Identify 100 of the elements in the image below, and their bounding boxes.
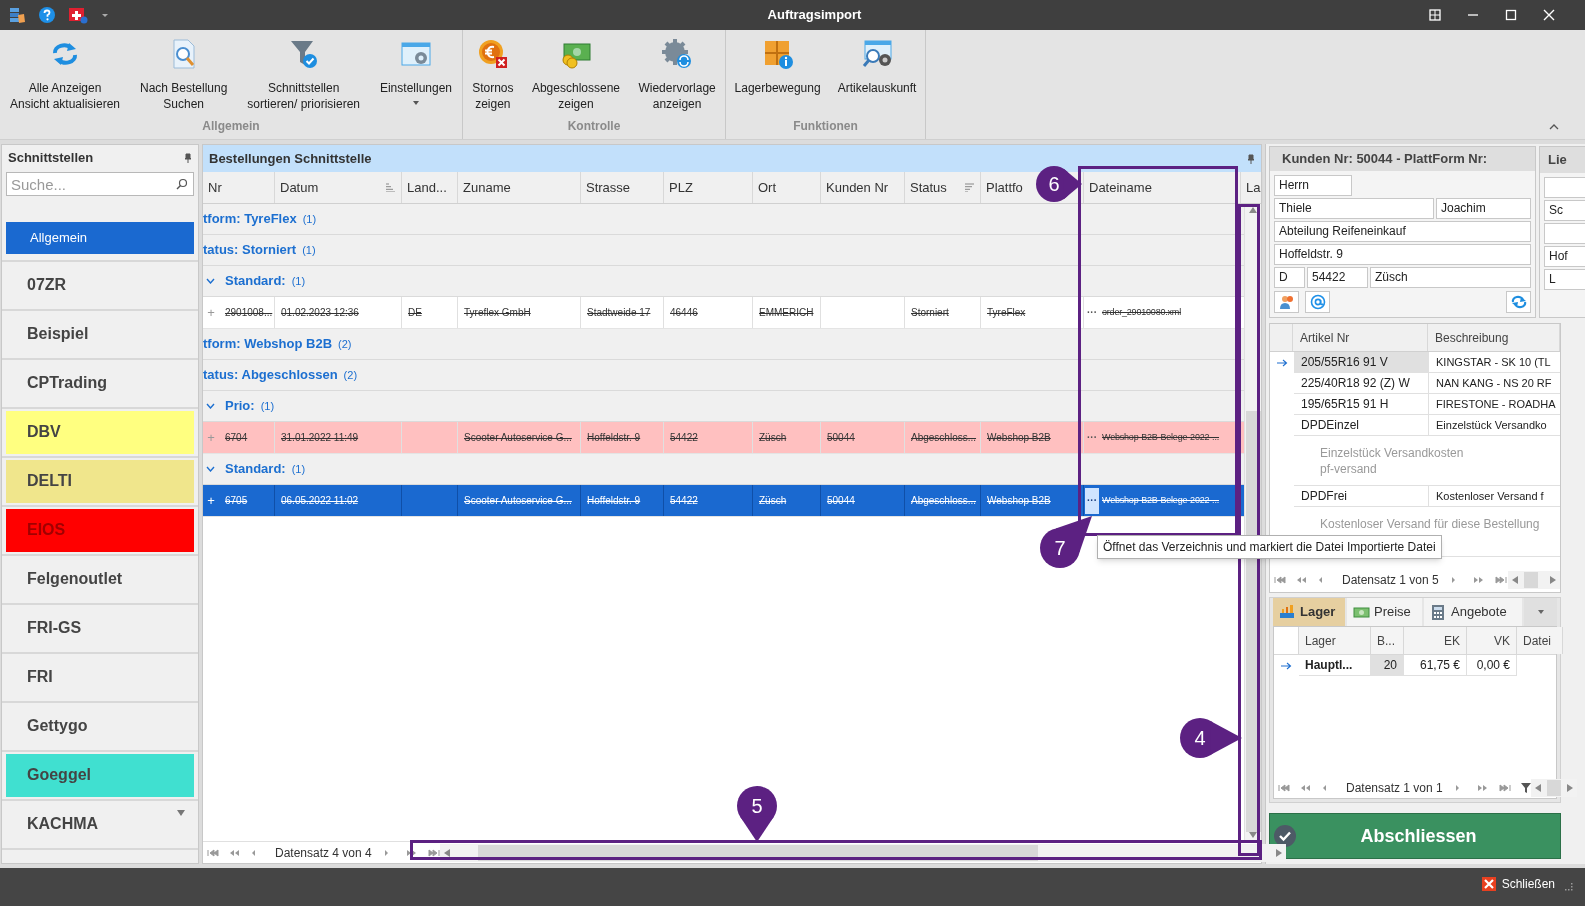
browse-button[interactable]: ··· [1085,299,1099,326]
column-header[interactable]: PLZ [669,177,693,198]
column-header[interactable]: Land... [407,177,447,198]
search-field[interactable]: Suche... [6,172,194,196]
group-row[interactable]: tatus: Abgeschlossen (2) [203,360,1244,391]
group-label: tform: Webshop B2B [203,335,333,354]
text-field[interactable]: Abteilung Reifeneinkauf [1274,221,1531,242]
card-title: Kunden Nr: 50044 - PlattForm Nr: [1270,147,1535,171]
toolbar-button[interactable]: Artikelauskunft [833,38,921,117]
toolbar-button[interactable]: Lagerbewegung [730,38,825,117]
table-cell-text: TyreFlex [986,306,1026,320]
text-field[interactable]: 54422 [1307,267,1368,288]
column-header[interactable]: Ort [758,177,777,198]
table-cell-text: Storniert [910,306,949,320]
column-header[interactable]: Strasse [586,177,631,198]
interface-item[interactable]: DELTI [6,459,194,503]
group-label: Kontrolle [566,118,622,135]
group-label: Prio: [225,397,255,416]
interface-item[interactable]: Goeggel [6,753,194,797]
column-header[interactable]: Beschreibung [1428,324,1560,351]
table-cell-text: Webshop B2B [986,494,1051,508]
toolbar-button[interactable]: Einstellungen [375,38,456,117]
order-row[interactable]: + 6704 31.01.2022 11:49 Scooter Autoservice G... Hoffeldstr. 9 54422 Züsch 50044 Abgeschloss... Webshop B2B ··· Webshop-B2B-Belege-2022-... [203,422,1244,454]
group-label: tatus: Abgeschlossen [203,366,338,385]
interface-item[interactable]: DBV [6,410,194,454]
column-header[interactable]: La [1246,177,1261,198]
tooltip: Öffnet das Verzeichnis und markiert die Datei Importierte Datei [1097,535,1442,559]
table-cell: FIRESTONE - ROADHA [1429,394,1560,415]
browse-button[interactable]: ··· [1085,424,1099,451]
group-row[interactable]: Prio: (1) [203,391,1244,422]
column-header[interactable]: Artikel Nr [1293,324,1428,351]
browse-button[interactable]: ··· [1085,487,1099,514]
table-cell: 61,75 € [1404,655,1467,676]
interface-item[interactable]: Gettygo [6,704,194,748]
table-cell-text: 31.01.2022 11:49 [280,431,359,445]
expand-button[interactable]: + [203,490,219,511]
text-field[interactable]: Herrn [1274,175,1352,196]
column-header[interactable]: Nr [208,177,222,198]
text-field[interactable]: L [1544,269,1585,290]
toolbar-button[interactable]: Nach Bestellung Suchen [135,38,232,117]
table-cell-text: 50044 [826,494,855,508]
interface-item[interactable]: FRI-GS [6,606,194,650]
toolbar-button[interactable]: Schnittstellen sortieren/ priorisieren [243,38,364,117]
tab[interactable]: Lager [1273,598,1345,626]
group-count: (1) [302,211,317,227]
table-cell-text: Webshop-B2B-Belege-2022-... [1102,493,1219,507]
toolbar-button[interactable]: Abgeschlossene zeigen [527,38,624,117]
column-header[interactable]: Zuname [463,177,511,198]
toolbar-button[interactable]: Stornos zeigen [468,38,518,117]
column-header[interactable]: Kunden Nr [826,177,889,198]
interface-item[interactable]: FRI [6,655,194,699]
table-cell-text: 50044 [826,431,855,445]
group-row[interactable]: tform: TyreFlex (1) [203,204,1244,235]
text-field[interactable]: Sc [1544,200,1585,221]
group-count: (2) [343,367,358,383]
table-cell: Kostenloser Versand f [1429,486,1560,507]
close-button[interactable]: Schließen [1481,875,1555,893]
tab[interactable]: Preise [1347,598,1422,626]
group-row[interactable]: tatus: Storniert (1) [203,235,1244,266]
text-field[interactable]: Joachim [1436,198,1531,219]
group-row[interactable]: tform: Webshop B2B (2) [203,329,1244,360]
table-cell-text: 54422 [669,431,698,445]
table-cell-text: EMMERICH [758,306,814,320]
column-header[interactable]: Dateiname [1089,177,1152,198]
column-header[interactable]: Lager [1299,627,1371,654]
column-header[interactable]: Plattfo [986,177,1023,198]
column-header[interactable]: Datei [1517,627,1563,654]
text-field[interactable]: Hoffeldstr. 9 [1274,244,1531,265]
category-item[interactable]: Allgemein [6,221,194,254]
record-counter: Datensatz 1 von 1 [1345,780,1444,797]
toolbar-button[interactable]: Alle Anzeigen Ansicht aktualisieren [5,38,125,117]
card-title: Lie [1540,147,1585,173]
text-field[interactable]: Thiele [1274,198,1434,219]
group-label: Allgemein [201,118,261,135]
group-row[interactable]: Standard: (1) [203,454,1244,485]
column-header[interactable]: B... [1371,627,1404,654]
toolbar-button[interactable]: Wiedervorlage anzeigen [634,38,720,117]
column-header[interactable]: Status [910,177,947,198]
group-row[interactable]: Standard: (1) [203,266,1244,297]
text-field[interactable]: Hof [1544,246,1585,267]
interface-item[interactable]: 07ZR [6,263,194,307]
order-row[interactable]: + 2901008... 01.02.2023 12:36 DE Tyreflex GmbH Stadtweide 17 46446 EMMERICH Storniert TyreFlex ··· order_29010080.xml [203,297,1244,329]
finish-button[interactable]: Abschliessen [1269,813,1561,859]
interface-item[interactable]: Felgenoutlet [6,557,194,601]
interface-item[interactable]: CPTrading [6,361,194,405]
column-header[interactable]: VK [1467,627,1517,654]
table-cell-text: Webshop B2B [986,431,1051,445]
group-label: Standard: [225,460,286,479]
panel-title: Schnittstellen [8,149,94,168]
column-header[interactable]: Datum [280,177,319,198]
order-row[interactable]: + 6705 06.05.2022 11:02 Scooter Autoservice G... Hoffeldstr. 9 54422 Züsch 50044 Abgeschloss... Webshop B2B ··· Webshop-B2B-Belege-2022-... [203,485,1244,517]
interface-item[interactable]: KACHMA [6,802,194,846]
text-field[interactable]: D [1274,267,1305,288]
detail-text: Einzelstück Versandkosten pf-versand [1294,436,1560,486]
interface-item[interactable]: Beispiel [6,312,194,356]
tab[interactable]: Angebote [1424,598,1522,626]
column-header[interactable]: EK [1404,627,1467,654]
table-cell-text: 6705 [225,494,248,508]
table-cell-text: Stadtweide 17 [586,306,651,320]
text-field[interactable]: Züsch [1370,267,1531,288]
